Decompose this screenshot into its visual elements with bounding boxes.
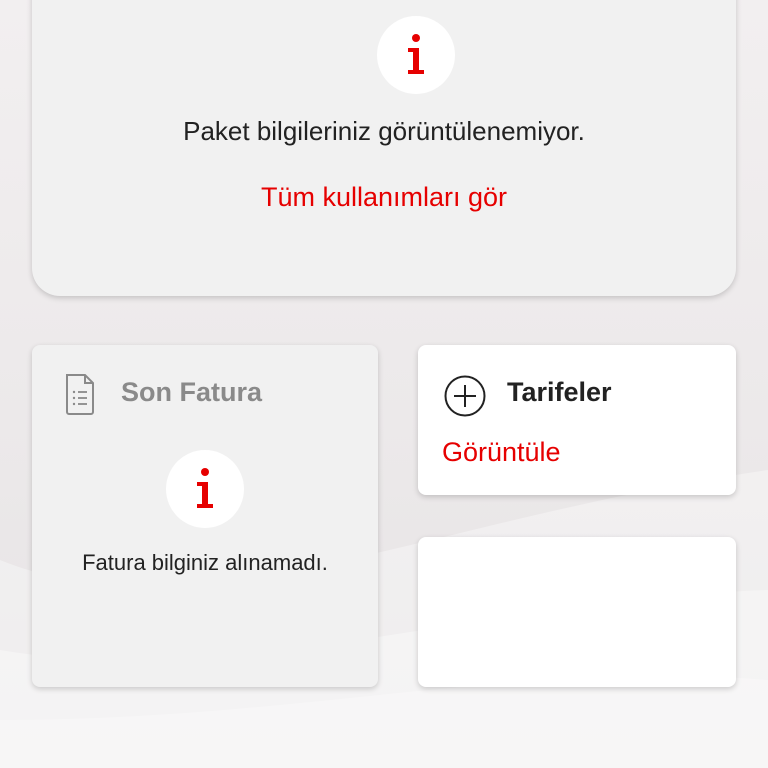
tariffs-title: Tarifeler <box>507 377 612 407</box>
tariffs-card[interactable] <box>418 345 736 495</box>
package-info-card: Paket bilgileriniz görüntülenemiyor. Tüm… <box>32 0 736 296</box>
info-icon <box>166 450 244 528</box>
plus-circle-icon <box>444 375 486 417</box>
last-invoice-title: Son Fatura <box>121 377 263 407</box>
view-tariffs-link[interactable]: Görüntüle <box>442 437 561 468</box>
document-icon <box>66 374 94 415</box>
package-error-message: Paket bilgileriniz görüntülenemiyor. <box>183 116 585 146</box>
invoice-error-message: Fatura bilginiz alınamadı. <box>82 550 328 575</box>
info-icon <box>377 16 455 94</box>
empty-card[interactable] <box>418 537 736 687</box>
all-usage-link[interactable]: Tüm kullanımları gör <box>32 182 736 213</box>
